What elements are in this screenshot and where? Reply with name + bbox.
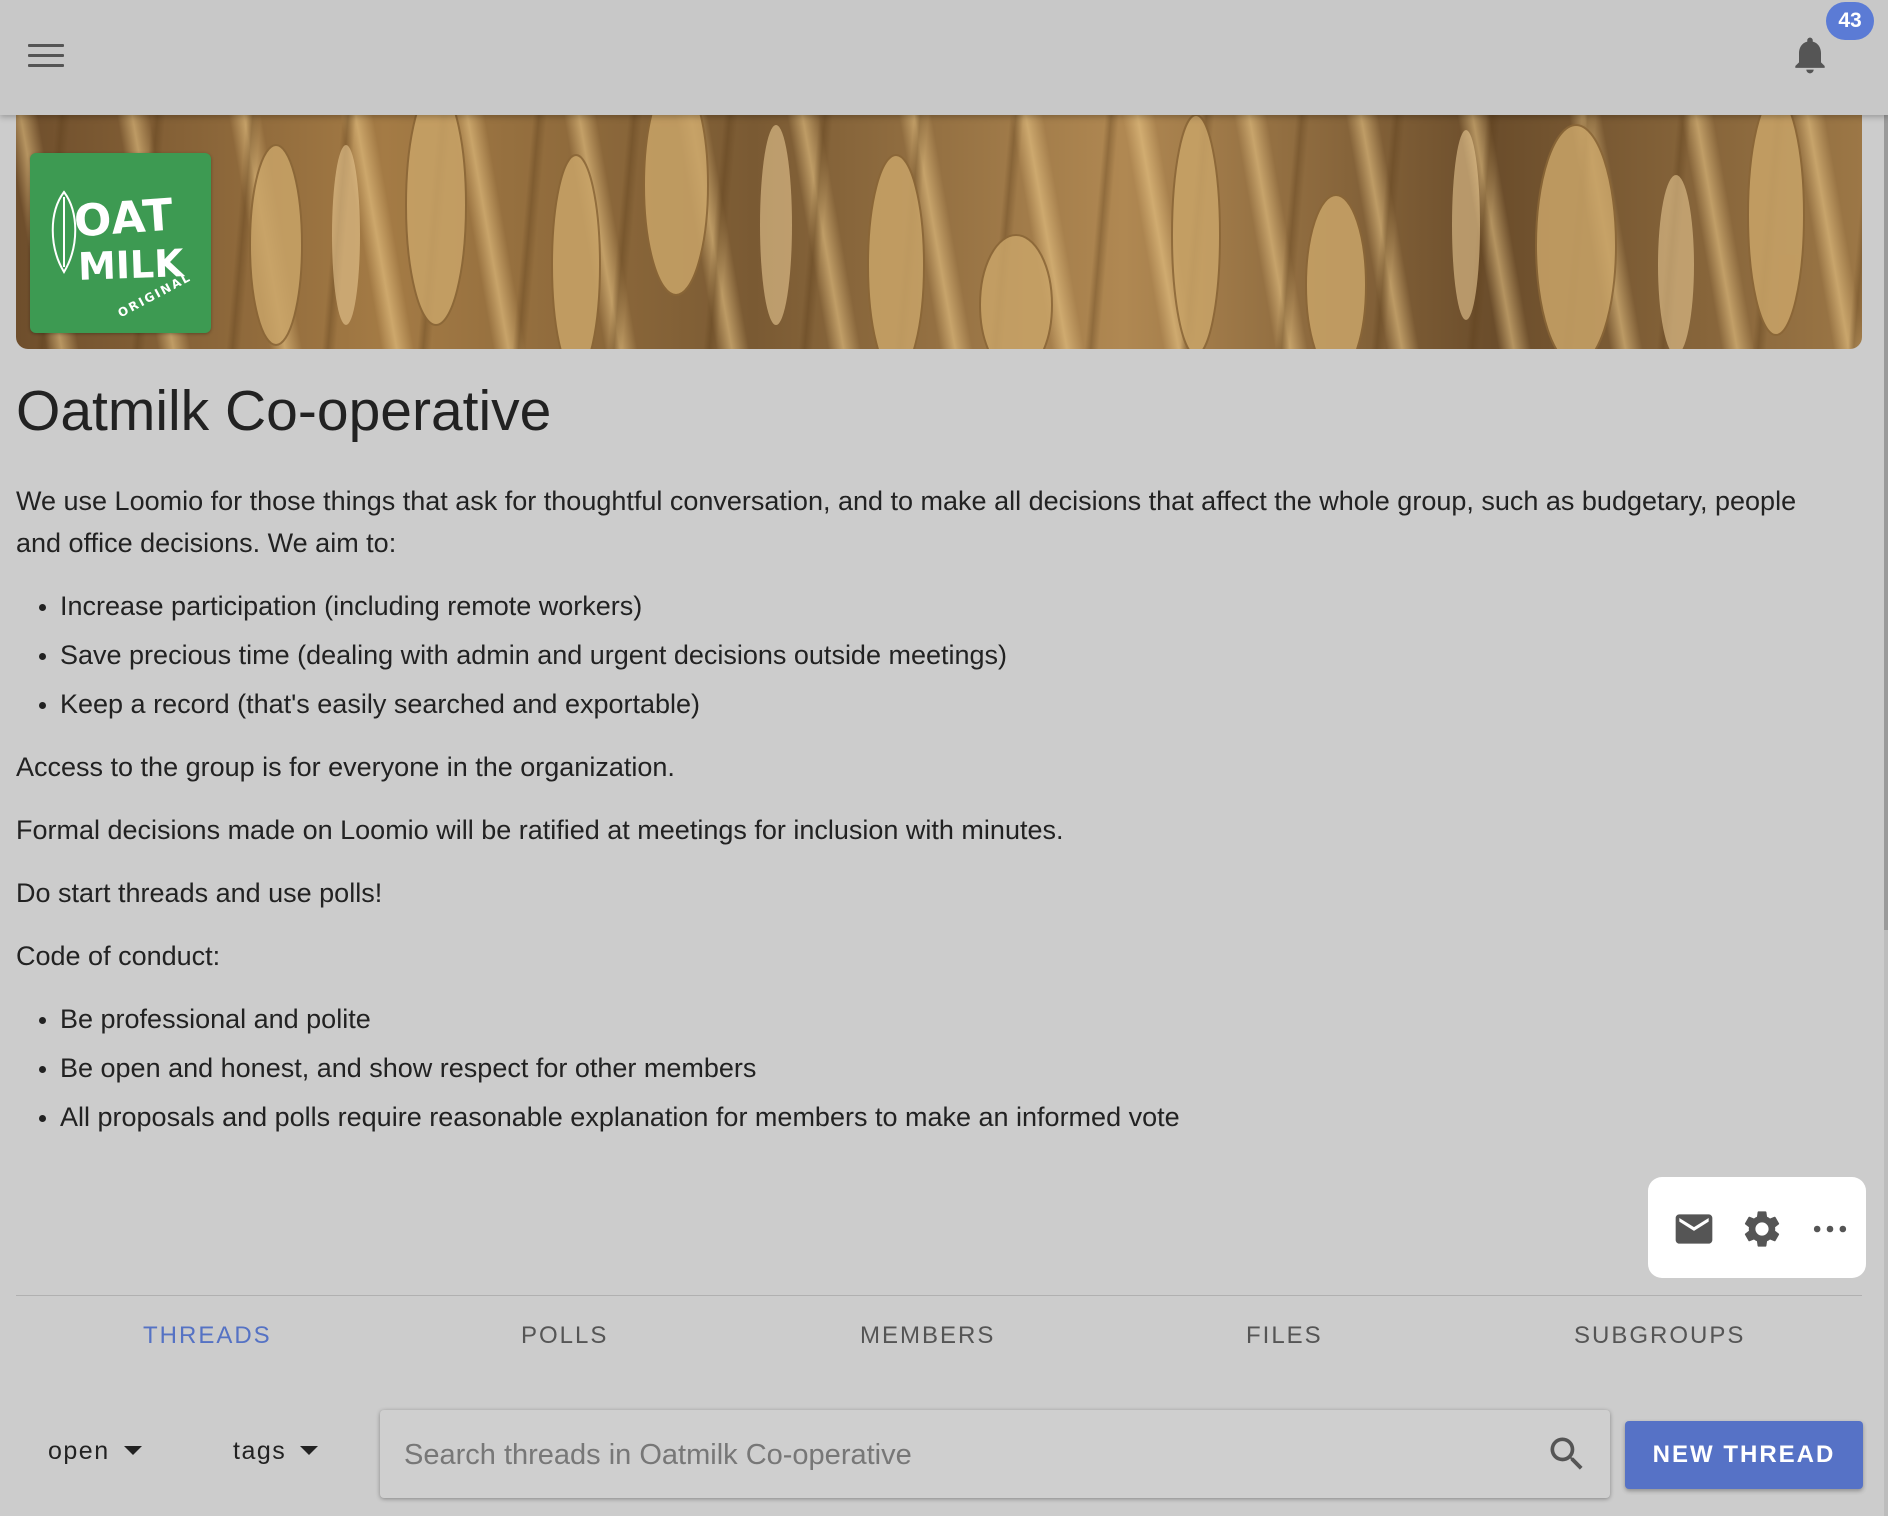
aims-list: Increase participation (including remote… <box>16 585 1846 725</box>
hamburger-menu-icon[interactable] <box>28 44 64 70</box>
status-filter-label: open <box>48 1437 110 1465</box>
list-item: All proposals and polls require reasonab… <box>60 1096 1846 1138</box>
thread-search-input[interactable] <box>402 1430 1506 1480</box>
thread-search-box <box>380 1410 1610 1498</box>
app-bar: 43 <box>0 0 1888 115</box>
description-paragraph: Do start threads and use polls! <box>16 878 383 908</box>
gear-icon[interactable] <box>1740 1207 1784 1251</box>
group-cover-image <box>16 115 1862 349</box>
tab-files[interactable]: FILES <box>1246 1322 1323 1350</box>
new-thread-button[interactable]: NEW THREAD <box>1625 1421 1863 1489</box>
logo-text: OAT <box>72 189 176 248</box>
tab-threads[interactable]: THREADS <box>143 1322 272 1350</box>
bell-icon[interactable] <box>1788 30 1832 80</box>
description-paragraph: Code of conduct: <box>16 941 221 971</box>
caret-down-icon <box>123 1445 142 1455</box>
list-item: Keep a record (that's easily searched an… <box>60 683 1846 725</box>
list-item: Save precious time (dealing with admin a… <box>60 634 1846 676</box>
description-paragraph: Access to the group is for everyone in t… <box>16 752 675 782</box>
list-item: Increase participation (including remote… <box>60 585 1846 627</box>
conduct-list: Be professional and polite Be open and h… <box>16 998 1846 1138</box>
group-logo: OAT MILK ORIGINAL <box>30 153 211 333</box>
description-paragraph: We use Loomio for those things that ask … <box>16 486 1797 558</box>
tags-filter-label: tags <box>233 1437 287 1465</box>
scrollbar-thumb[interactable] <box>1884 115 1888 930</box>
more-horizontal-icon[interactable] <box>1808 1207 1852 1251</box>
tab-subgroups[interactable]: SUBGROUPS <box>1574 1322 1745 1350</box>
tab-polls[interactable]: POLLS <box>521 1322 608 1350</box>
divider <box>16 1295 1862 1296</box>
list-item: Be professional and polite <box>60 998 1846 1040</box>
tab-members[interactable]: MEMBERS <box>860 1322 995 1350</box>
list-item: Be open and honest, and show respect for… <box>60 1047 1846 1089</box>
description-paragraph: Formal decisions made on Loomio will be … <box>16 815 1064 845</box>
search-icon[interactable] <box>1545 1432 1589 1476</box>
notification-count-badge[interactable]: 43 <box>1826 2 1874 40</box>
group-actions <box>1648 1177 1866 1278</box>
tags-filter-dropdown[interactable]: tags <box>233 1437 319 1466</box>
status-filter-dropdown[interactable]: open <box>48 1437 142 1466</box>
mail-icon[interactable] <box>1672 1207 1716 1251</box>
group-description: We use Loomio for those things that ask … <box>16 480 1846 1159</box>
caret-down-icon <box>300 1445 319 1455</box>
group-title: Oatmilk Co-operative <box>16 379 552 443</box>
